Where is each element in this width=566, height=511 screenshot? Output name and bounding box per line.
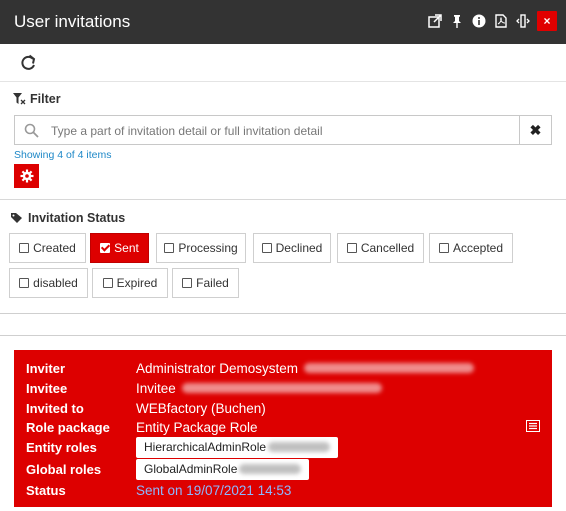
status-chip-accepted[interactable]: Accepted [429, 233, 513, 263]
entity-roles-row: Entity roles HierarchicalAdminRole [26, 436, 542, 458]
status-chip-processing[interactable]: Processing [156, 233, 246, 263]
chip-label: Expired [116, 276, 158, 290]
entity-roles-label: Entity roles [26, 439, 97, 455]
titlebar-actions: × [427, 11, 557, 31]
redacted-text [268, 442, 331, 452]
redacted-email [304, 363, 475, 373]
toolbar [0, 44, 566, 82]
inviter-name: Administrator Demosystem [136, 360, 299, 376]
invited-to-value: WEBfactory (Buchen) [136, 400, 266, 416]
entity-role-tag: HierarchicalAdminRole [136, 436, 339, 458]
checkbox[interactable] [438, 243, 449, 253]
status-label: Status [26, 482, 66, 498]
pdf-icon[interactable] [493, 11, 509, 31]
status-value: Sent on 19/07/2021 14:53 [136, 482, 292, 498]
redacted-text [239, 464, 302, 474]
filter-label: Filter [12, 92, 61, 106]
chip-label: Sent [114, 241, 139, 255]
filter-icon [13, 93, 26, 105]
invited-to-row: Invited to WEBfactory (Buchen) [26, 398, 542, 418]
global-role-tag: GlobalAdminRole [136, 458, 310, 480]
chip-label: Processing [178, 241, 238, 255]
search-icon [24, 123, 39, 138]
checkbox[interactable] [102, 278, 113, 288]
inviter-row: Inviter Administrator Demosystem [26, 358, 542, 378]
checkbox[interactable] [182, 278, 193, 288]
divider [0, 199, 566, 200]
chip-label: disabled [33, 276, 78, 290]
divider [0, 313, 566, 314]
inviter-value: Administrator Demosystem [136, 360, 475, 376]
search-box: ✖ [14, 115, 552, 145]
invitee-label: Invitee [26, 380, 68, 396]
status-chip-created[interactable]: Created [9, 233, 86, 263]
checkbox[interactable] [346, 243, 357, 253]
invitee-value: Invitee [136, 381, 382, 396]
refresh-icon[interactable] [18, 53, 38, 73]
role-package-label: Role package [26, 419, 110, 435]
divider [0, 335, 566, 336]
entity-role-name: HierarchicalAdminRole [144, 440, 267, 454]
search-input[interactable] [51, 121, 511, 141]
checkbox[interactable] [19, 278, 30, 288]
status-chip-sent[interactable]: Sent [90, 233, 149, 263]
close-button[interactable]: × [537, 11, 557, 31]
settings-button[interactable] [14, 164, 39, 188]
tags-icon [11, 213, 22, 223]
list-icon[interactable] [526, 420, 540, 432]
status-chip-cancelled[interactable]: Cancelled [337, 233, 424, 263]
checkbox[interactable] [19, 243, 30, 253]
popout-icon[interactable] [427, 11, 443, 31]
chip-label: Declined [275, 241, 323, 255]
status-row: Status Sent on 19/07/2021 14:53 [26, 480, 542, 500]
status-chip-disabled[interactable]: disabled [9, 268, 88, 298]
invited-to-label: Invited to [26, 400, 84, 416]
showing-count: Showing 4 of 4 items [14, 149, 112, 161]
checkbox[interactable] [261, 243, 272, 253]
status-chip-expired[interactable]: Expired [92, 268, 168, 298]
status-chip-declined[interactable]: Declined [253, 233, 331, 263]
info-icon[interactable] [471, 11, 487, 31]
inviter-label: Inviter [26, 360, 66, 376]
chip-label: Failed [196, 276, 229, 290]
chip-label: Accepted [452, 241, 504, 255]
chip-label: Created [33, 241, 76, 255]
global-role-name: GlobalAdminRole [144, 462, 238, 476]
invitee-row: Invitee Invitee [26, 378, 542, 398]
invitee-name: Invitee [136, 380, 176, 396]
checkbox[interactable] [164, 243, 175, 253]
window-title: User invitations [14, 12, 131, 31]
global-roles-row: Global roles GlobalAdminRole [26, 458, 542, 480]
status-chip-failed[interactable]: Failed [172, 268, 239, 298]
invitation-status-text: Invitation Status [28, 211, 126, 225]
window-titlebar: User invitations × [0, 0, 566, 44]
redacted-email [181, 383, 382, 393]
gear-icon [20, 169, 33, 183]
checkbox-checked[interactable] [100, 243, 111, 253]
role-package-value: Entity Package Role [136, 419, 258, 435]
global-roles-label: Global roles [26, 461, 102, 477]
chip-label: Cancelled [360, 241, 415, 255]
resize-icon[interactable] [515, 11, 531, 31]
clear-search-button[interactable]: ✖ [519, 116, 551, 144]
role-package-row: Role package Entity Package Role [26, 417, 542, 437]
filter-label-text: Filter [30, 92, 61, 106]
invitation-card[interactable]: Inviter Administrator Demosystem Invitee… [14, 350, 552, 507]
pin-icon[interactable] [449, 11, 465, 31]
invitation-status-label: Invitation Status [10, 211, 125, 225]
